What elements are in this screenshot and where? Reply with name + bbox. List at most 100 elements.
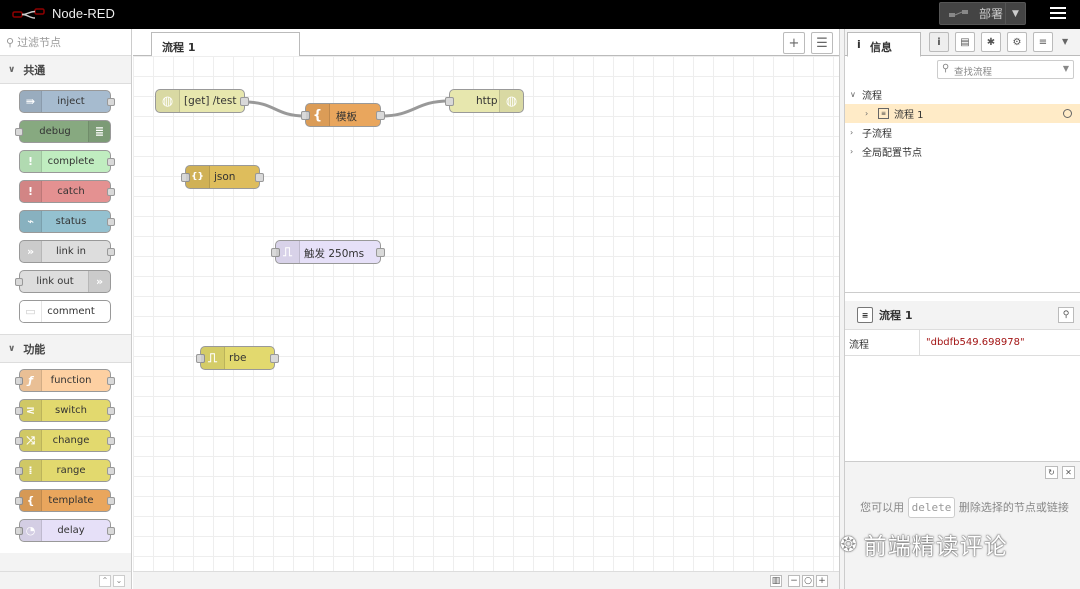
tab-flow-1[interactable]: 流程 1	[151, 32, 300, 57]
watermark: ❂ 前端精读评论	[840, 527, 1008, 561]
book-icon[interactable]: ▤	[955, 32, 975, 52]
palette-category-function[interactable]: ∨ 功能	[0, 335, 131, 363]
help-panel: ↻ ✕ 您可以用 delete 删除选择的节点或链接	[845, 461, 1080, 589]
expand-all-icon[interactable]: ⌄	[113, 575, 125, 587]
search-icon[interactable]: ⚲	[1058, 307, 1074, 323]
delay-icon: ◔	[20, 520, 42, 541]
link-in-icon: »	[20, 241, 42, 262]
output-port[interactable]	[240, 97, 249, 106]
flow-node-trigger[interactable]: ⎍ 触发 250ms	[271, 240, 385, 264]
input-port	[15, 278, 23, 286]
category-label: 功能	[23, 342, 46, 356]
workspace: 流程 1 + ☰ ◍ [get] /test { 模板 http ◍ {} js…	[133, 29, 839, 589]
node-label: catch	[57, 186, 85, 197]
tree-item-global-config[interactable]: › 全局配置节点	[845, 142, 1080, 161]
palette-node-range[interactable]: ⁞ range	[15, 459, 115, 482]
palette-search-placeholder: 过滤节点	[17, 36, 62, 49]
palette-node-template[interactable]: { template	[15, 489, 115, 512]
palette-node-inject[interactable]: ⇛ inject	[19, 90, 115, 113]
flow-search-placeholder: 查找流程	[954, 67, 993, 78]
tree-item-flows[interactable]: ∨ 流程	[845, 85, 1080, 104]
add-flow-icon[interactable]: +	[783, 32, 805, 54]
node-label: debug	[39, 126, 71, 137]
database-icon[interactable]: ≡	[1033, 32, 1053, 52]
bug-icon[interactable]: ✱	[981, 32, 1001, 52]
category-label: 共通	[23, 63, 46, 77]
flow-node-template[interactable]: { 模板	[301, 103, 385, 127]
palette-category-common[interactable]: ∨ 共通	[0, 56, 131, 84]
property-key: 流程	[849, 340, 869, 351]
palette-node-link-in[interactable]: » link in	[19, 240, 115, 263]
palette-node-function[interactable]: ƒ function	[15, 369, 115, 392]
palette-node-status[interactable]: ⌁ status	[19, 210, 115, 233]
app-title: Node-RED	[52, 6, 115, 21]
node-label: comment	[47, 306, 95, 317]
input-port[interactable]	[445, 97, 454, 106]
sidebar-divider[interactable]	[845, 292, 1080, 300]
main-menu-icon[interactable]	[1050, 5, 1066, 21]
flow-canvas[interactable]: ◍ [get] /test { 模板 http ◍ {} json ⎍ 触发 2…	[133, 56, 839, 571]
collapse-all-icon[interactable]: ⌃	[99, 575, 111, 587]
chevron-down-icon: ∨	[850, 90, 856, 99]
output-port[interactable]	[376, 248, 385, 257]
globe-icon: ◍	[156, 90, 180, 112]
node-label: link in	[56, 246, 86, 257]
palette-node-debug[interactable]: debug ≣	[15, 120, 111, 143]
node-label: 触发 250ms	[304, 248, 365, 260]
palette-node-delay[interactable]: ◔ delay	[15, 519, 115, 542]
chevron-down-icon[interactable]: ▼	[1062, 37, 1068, 46]
palette-node-change[interactable]: ⤨ change	[15, 429, 115, 452]
wire[interactable]	[380, 99, 450, 118]
info-icon[interactable]: i	[929, 32, 949, 52]
output-port[interactable]	[270, 354, 279, 363]
zoom-out-icon[interactable]: −	[788, 575, 800, 587]
wire[interactable]	[244, 100, 306, 118]
chevron-down-icon: ▼	[1062, 64, 1069, 73]
output-port[interactable]	[376, 111, 385, 120]
navigator-icon[interactable]: ▥	[770, 575, 782, 587]
complete-icon: !	[20, 151, 42, 172]
deploy-label: 部署	[979, 7, 1004, 21]
palette-node-comment[interactable]: ▭ comment	[19, 300, 111, 323]
deploy-menu-caret-icon[interactable]: ▼	[1005, 3, 1025, 24]
flow-status-icon[interactable]	[1063, 109, 1072, 118]
trigger-icon: ⎍	[276, 241, 300, 263]
tree-item-subflows[interactable]: › 子流程	[845, 123, 1080, 142]
tree-item-flow-1[interactable]: › ≡ 流程 1	[845, 104, 1080, 123]
flow-node-json[interactable]: {} json	[181, 165, 264, 189]
function-icon: ƒ	[20, 370, 42, 391]
list-flows-icon[interactable]: ☰	[811, 32, 833, 54]
refresh-icon[interactable]: ↻	[1045, 466, 1058, 479]
close-icon[interactable]: ✕	[1062, 466, 1075, 479]
json-icon: {}	[186, 166, 210, 188]
output-port[interactable]	[255, 173, 264, 182]
flow-search-input[interactable]: ⚲ 查找流程 ▼	[937, 60, 1074, 79]
workspace-footer: ▥ − ○ +	[133, 571, 839, 589]
node-label: [get] /test	[184, 95, 237, 107]
palette-search-input[interactable]: ⚲ 过滤节点	[0, 29, 131, 56]
tab-info-label: 信息	[870, 41, 892, 54]
flow-node-rbe[interactable]: ⎍ rbe	[196, 346, 279, 370]
node-label: delay	[57, 525, 85, 536]
node-label: range	[56, 465, 86, 476]
palette-node-catch[interactable]: ! catch	[19, 180, 115, 203]
output-port	[107, 437, 115, 445]
deploy-button[interactable]: 部署 ▼	[939, 2, 1026, 25]
gear-icon[interactable]: ⚙	[1007, 32, 1027, 52]
palette-node-switch[interactable]: ⋜ switch	[15, 399, 115, 422]
node-label: http	[476, 95, 498, 107]
flow-node-http-response[interactable]: http ◍	[445, 89, 524, 113]
properties-row: 流程 "dbdfb549.698978"	[845, 330, 1080, 356]
palette-node-complete[interactable]: ! complete	[19, 150, 115, 173]
zoom-in-icon[interactable]: +	[816, 575, 828, 587]
comment-icon: ▭	[20, 301, 42, 322]
palette-node-link-out[interactable]: link out »	[15, 270, 111, 293]
flow-node-http-in[interactable]: ◍ [get] /test	[155, 89, 249, 113]
zoom-reset-icon[interactable]: ○	[802, 575, 814, 587]
tree-label: 子流程	[862, 129, 892, 140]
node-label: template	[48, 495, 94, 506]
output-port	[107, 98, 115, 106]
tab-info[interactable]: i 信息	[847, 32, 921, 57]
chevron-right-icon: ›	[850, 147, 854, 156]
template-icon: {	[306, 104, 330, 126]
